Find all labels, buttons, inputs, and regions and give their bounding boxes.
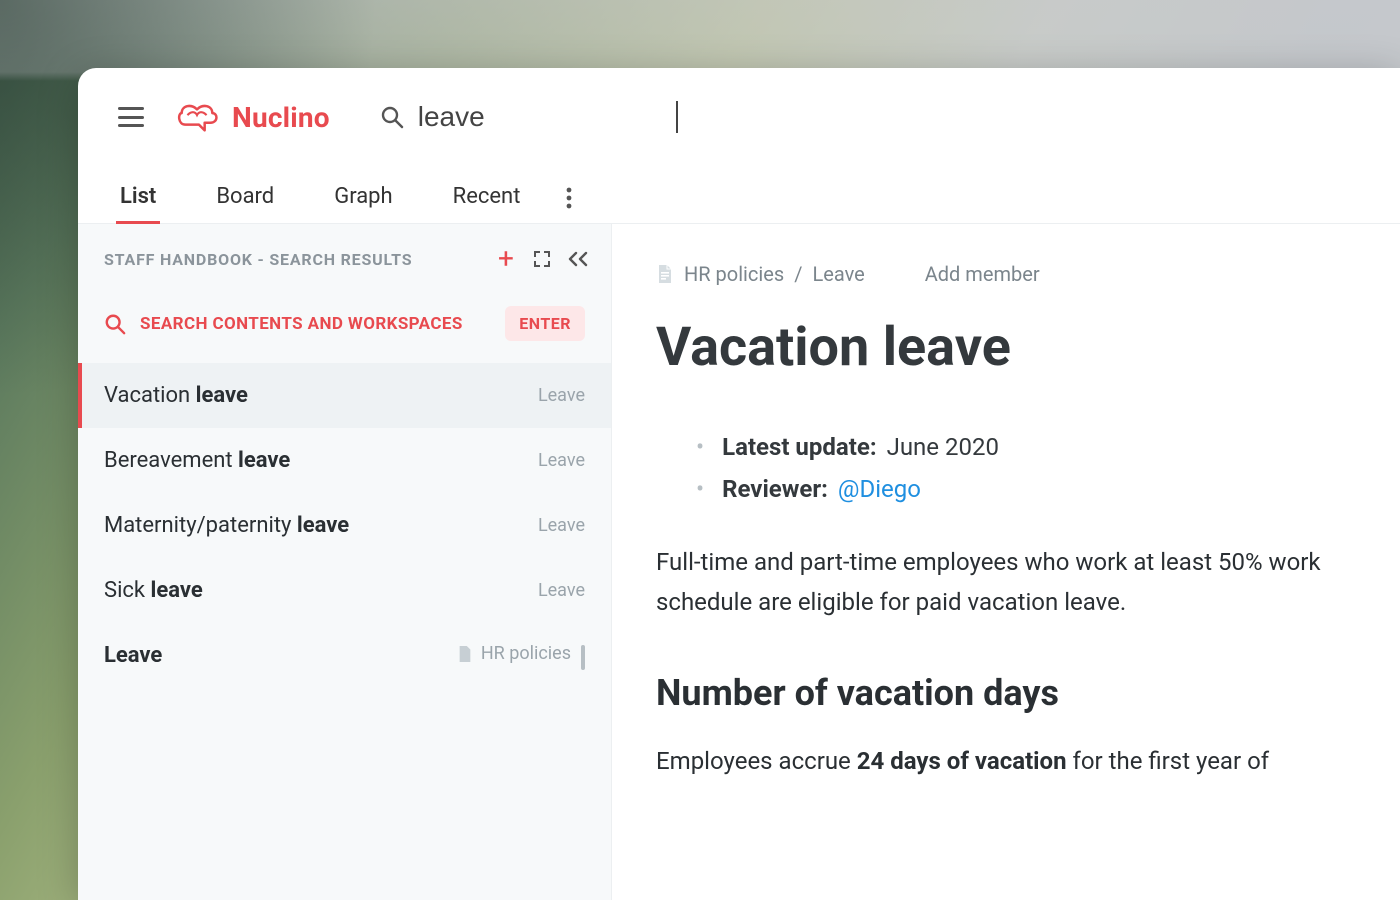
search-result-title: Maternity/paternity leave [104, 513, 349, 538]
page-title: Vacation leave [656, 316, 1400, 379]
sidebar: STAFF HANDBOOK - SEARCH RESULTS + SEARCH… [78, 224, 612, 900]
search-result-title: Vacation leave [104, 383, 248, 408]
more-icon[interactable] [566, 187, 572, 209]
main: STAFF HANDBOOK - SEARCH RESULTS + SEARCH… [78, 224, 1400, 900]
app-window: Nuclino List Board Graph Recent STA [78, 68, 1400, 900]
search-result-title: Sick leave [104, 578, 203, 603]
collapse-icon[interactable] [567, 248, 589, 270]
search-input[interactable] [418, 101, 678, 133]
document-pane: HR policies / Leave Add member Vacation … [612, 224, 1400, 900]
search-results: Vacation leave Leave Bereavement leave Leav… [78, 363, 611, 688]
search-result-tag: Leave [538, 515, 585, 536]
sidebar-header: STAFF HANDBOOK - SEARCH RESULTS + [78, 224, 611, 282]
search-icon [104, 313, 126, 335]
tab-recent[interactable]: Recent [451, 184, 523, 223]
brand[interactable]: Nuclino [174, 99, 330, 135]
search-result[interactable]: Leave HR policies [78, 623, 611, 688]
tab-list[interactable]: List [118, 184, 158, 223]
doc-paragraph-2: Employees accrue 24 days of vacation for… [656, 742, 1400, 782]
meta-update-key: Latest update: [722, 433, 876, 461]
search-result[interactable]: Maternity/paternity leave Leave [78, 493, 611, 558]
doc-icon [656, 264, 674, 284]
meta-reviewer-key: Reviewer: [722, 475, 828, 503]
search-everywhere-label: SEARCH CONTENTS AND WORKSPACES [140, 314, 491, 334]
breadcrumb-1: Leave [812, 262, 864, 286]
add-member-button[interactable]: Add member [925, 262, 1040, 286]
doc-heading-2: Number of vacation days [656, 672, 1400, 714]
search-result[interactable]: Sick leave Leave [78, 558, 611, 623]
search-result[interactable]: Vacation leave Leave [78, 363, 611, 428]
search-result-title: Bereavement leave [104, 448, 290, 473]
breadcrumb-0: HR policies [684, 262, 784, 286]
view-tabs: List Board Graph Recent [78, 166, 1400, 224]
search [380, 101, 678, 133]
expand-icon[interactable] [531, 248, 553, 270]
reviewer-mention[interactable]: @Diego [838, 475, 921, 503]
search-result-tag: Leave [538, 450, 585, 471]
tab-graph[interactable]: Graph [332, 184, 394, 223]
doc-paragraph-1: Full-time and part-time employees who wo… [656, 543, 1400, 622]
menu-icon[interactable] [118, 107, 144, 127]
search-result-tag: Leave [538, 385, 585, 406]
breadcrumb[interactable]: HR policies / Leave [656, 262, 865, 286]
brand-logo-icon [174, 99, 220, 135]
search-everywhere[interactable]: SEARCH CONTENTS AND WORKSPACES ENTER [90, 292, 599, 355]
topbar: Nuclino [78, 68, 1400, 166]
sidebar-title: STAFF HANDBOOK - SEARCH RESULTS [104, 250, 481, 269]
tab-board[interactable]: Board [214, 184, 276, 223]
brand-name: Nuclino [232, 101, 330, 134]
meta-update-val: June 2020 [887, 433, 999, 461]
search-result-tag: Leave [538, 580, 585, 601]
search-result-tag: HR policies [457, 643, 585, 668]
enter-badge: ENTER [505, 306, 585, 341]
doc-meta: Latest update: June 2020 Reviewer: @Dieg… [696, 433, 1400, 503]
search-result[interactable]: Bereavement leave Leave [78, 428, 611, 493]
search-result-title: Leave [104, 643, 162, 668]
search-icon[interactable] [380, 105, 404, 129]
add-icon[interactable]: + [495, 248, 517, 270]
